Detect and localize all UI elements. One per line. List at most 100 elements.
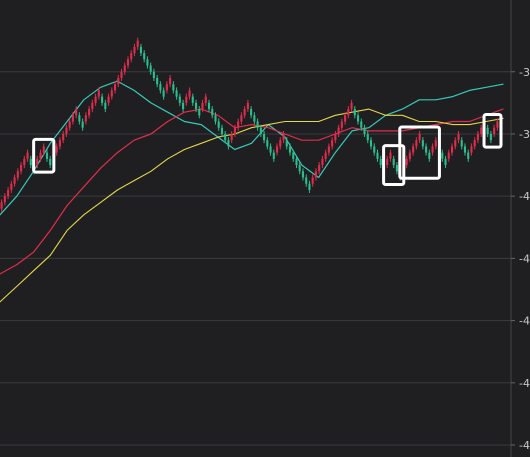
y-tick-label: -40 <box>519 190 530 203</box>
brick <box>489 133 492 141</box>
brick <box>470 146 473 153</box>
brick <box>405 158 408 166</box>
brick <box>431 146 434 153</box>
brick <box>71 115 74 122</box>
brick <box>473 140 476 147</box>
brick <box>224 133 227 141</box>
brick <box>75 109 78 116</box>
brick <box>279 140 282 147</box>
brick <box>282 133 285 141</box>
brick <box>172 84 175 91</box>
brick <box>457 133 460 141</box>
brick <box>123 65 126 72</box>
brick <box>476 133 479 141</box>
brick <box>211 109 214 116</box>
brick <box>337 127 340 134</box>
brick <box>308 183 311 190</box>
brick <box>480 127 483 134</box>
brick <box>185 96 188 103</box>
brick <box>454 140 457 147</box>
chart-canvas: -36 -38 -40 -42 -44 -46 -48 <box>0 0 530 457</box>
brick <box>201 102 204 110</box>
brick <box>376 152 379 159</box>
brick <box>130 53 133 60</box>
brick <box>272 152 275 159</box>
brick <box>178 96 181 103</box>
brick <box>288 146 292 153</box>
brick <box>23 158 26 166</box>
moving-average-line <box>0 80 504 216</box>
brick <box>327 146 330 153</box>
brick <box>26 152 29 159</box>
brick <box>321 158 324 166</box>
brick <box>16 171 19 178</box>
brick <box>395 165 398 172</box>
brick <box>250 109 253 116</box>
brick <box>136 40 139 47</box>
brick <box>496 121 499 128</box>
moving-average-line <box>0 108 504 303</box>
brick <box>243 109 246 116</box>
brick <box>58 140 61 147</box>
brick <box>450 146 454 153</box>
brick <box>418 133 421 141</box>
brick <box>78 115 81 122</box>
brick <box>159 84 162 91</box>
brick <box>408 152 411 159</box>
brick <box>373 146 376 153</box>
brick <box>7 189 10 197</box>
brick <box>49 158 52 166</box>
brick <box>55 146 58 153</box>
brick <box>246 102 249 110</box>
brick <box>88 109 91 116</box>
y-tick-label: -38 <box>519 128 530 141</box>
brick <box>113 84 117 91</box>
brick <box>292 152 295 159</box>
brick <box>285 140 288 147</box>
brick <box>486 127 489 134</box>
brick <box>253 115 256 122</box>
brick <box>146 59 149 66</box>
brick <box>366 133 369 141</box>
brick <box>392 158 395 166</box>
brick <box>117 77 120 85</box>
brick <box>314 171 317 178</box>
brick <box>152 71 155 78</box>
brick <box>198 109 201 116</box>
brick <box>259 127 262 134</box>
brick <box>444 158 447 166</box>
brick <box>344 115 347 122</box>
brick <box>188 90 191 97</box>
brick <box>363 127 366 134</box>
brick <box>298 165 301 172</box>
brick <box>467 152 470 159</box>
brick <box>269 146 272 153</box>
brick <box>20 165 23 172</box>
brick <box>45 152 49 159</box>
brick <box>139 46 143 54</box>
brick <box>233 127 236 134</box>
brick <box>493 127 496 134</box>
brick <box>360 121 363 128</box>
brick <box>434 140 437 147</box>
brick <box>263 133 266 141</box>
brick <box>356 115 360 122</box>
brick <box>275 146 279 153</box>
brick <box>13 177 16 184</box>
brick <box>101 96 104 103</box>
brick <box>62 133 65 141</box>
brick <box>84 115 87 122</box>
brick <box>182 102 185 110</box>
brick <box>441 152 444 159</box>
brick <box>175 90 178 97</box>
brick <box>295 158 298 166</box>
y-tick-label: -48 <box>519 439 530 452</box>
brick <box>91 102 94 110</box>
brick <box>256 121 259 128</box>
renko-chart: -36 -38 -40 -42 -44 -46 -48 <box>0 0 530 457</box>
brick <box>65 127 68 134</box>
brick <box>324 152 327 159</box>
brick <box>81 121 84 128</box>
brick <box>169 77 172 85</box>
brick <box>369 140 373 147</box>
